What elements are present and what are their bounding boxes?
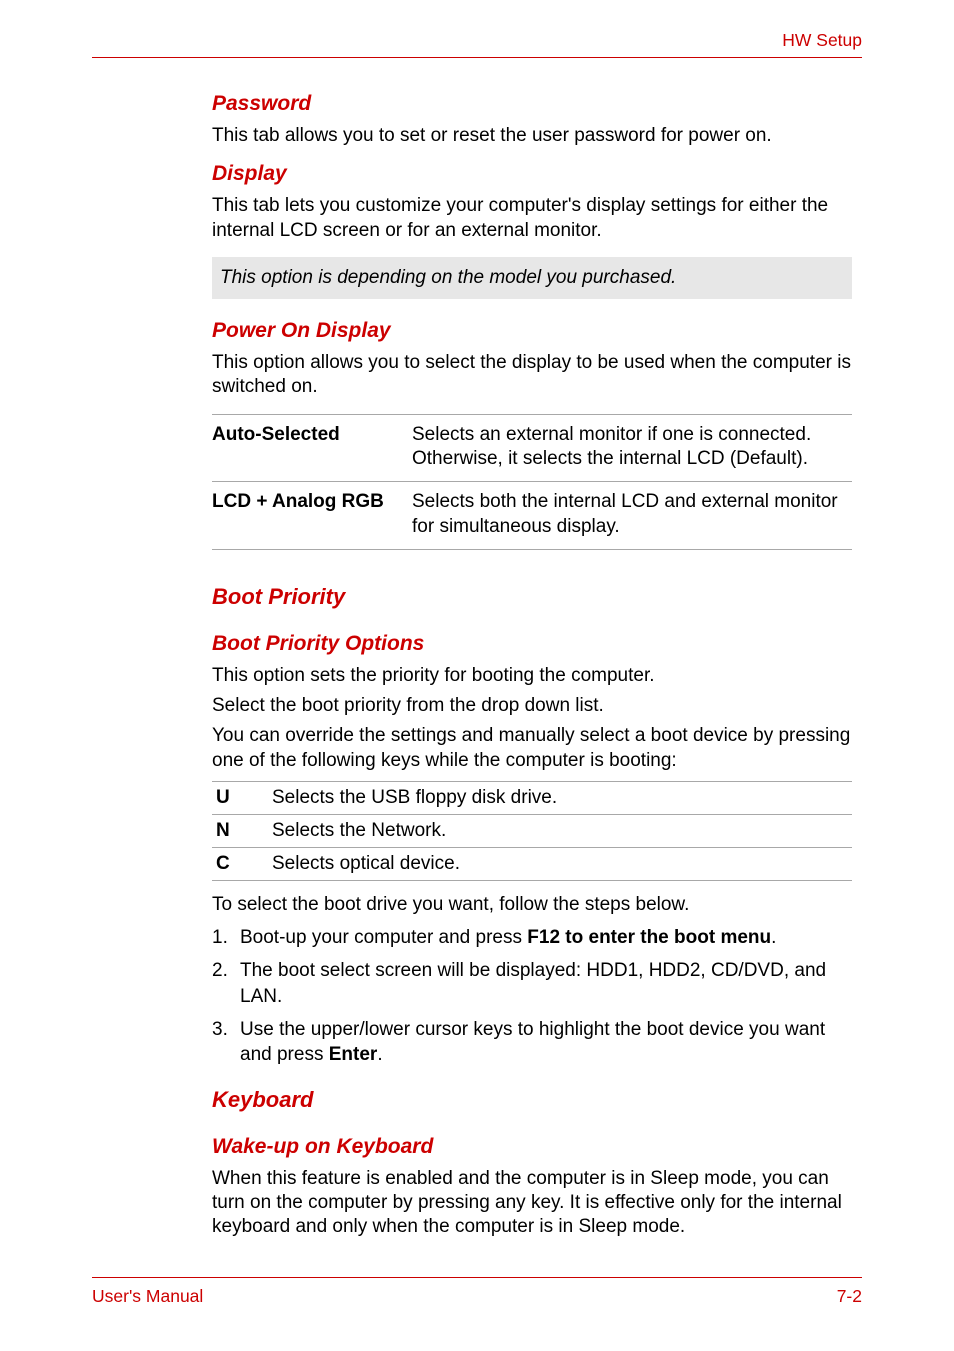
- list-text-post: .: [771, 927, 776, 948]
- list-number: 1.: [212, 925, 240, 950]
- heading-power-on-display: Power On Display: [212, 319, 852, 343]
- list-text: Boot-up your computer and press F12 to e…: [240, 925, 852, 950]
- boot-key-desc: Selects the USB floppy disk drive.: [272, 782, 852, 815]
- boot-key: U: [212, 782, 272, 815]
- table-row: LCD + Analog RGB Selects both the intern…: [212, 482, 852, 550]
- header-rule: [92, 57, 862, 58]
- heading-password: Password: [212, 92, 852, 116]
- table-row: C Selects optical device.: [212, 848, 852, 881]
- content-area: Password This tab allows you to set or r…: [92, 92, 862, 1240]
- footer-left: User's Manual: [92, 1286, 203, 1307]
- list-text-bold: F12 to enter the boot menu: [527, 927, 771, 948]
- list-item: 2. The boot select screen will be displa…: [212, 958, 852, 1008]
- table-row: N Selects the Network.: [212, 815, 852, 848]
- boot-keys-table: U Selects the USB floppy disk drive. N S…: [212, 781, 852, 881]
- para-wake-up-keyboard: When this feature is enabled and the com…: [212, 1167, 852, 1240]
- list-number: 3.: [212, 1017, 240, 1067]
- list-text-pre: The boot select screen will be displayed…: [240, 960, 826, 1006]
- list-text-bold: Enter: [329, 1044, 378, 1065]
- para-bp-4: To select the boot drive you want, follo…: [212, 893, 852, 917]
- list-item: 1. Boot-up your computer and press F12 t…: [212, 925, 852, 950]
- heading-wake-up-keyboard: Wake-up on Keyboard: [212, 1135, 852, 1159]
- list-item: 3. Use the upper/lower cursor keys to hi…: [212, 1017, 852, 1067]
- def-key: LCD + Analog RGB: [212, 482, 412, 550]
- page: HW Setup Password This tab allows you to…: [0, 0, 954, 1351]
- para-display: This tab lets you customize your compute…: [212, 194, 852, 243]
- heading-boot-priority-options: Boot Priority Options: [212, 632, 852, 656]
- list-text: Use the upper/lower cursor keys to highl…: [240, 1017, 852, 1067]
- list-text: The boot select screen will be displayed…: [240, 958, 852, 1008]
- power-on-display-table: Auto-Selected Selects an external monito…: [212, 414, 852, 550]
- boot-steps-list: 1. Boot-up your computer and press F12 t…: [212, 925, 852, 1066]
- def-key: Auto-Selected: [212, 414, 412, 482]
- footer-right: 7-2: [837, 1286, 862, 1307]
- footer: User's Manual 7-2: [92, 1277, 862, 1307]
- boot-key-desc: Selects optical device.: [272, 848, 852, 881]
- para-power-on-display: This option allows you to select the dis…: [212, 351, 852, 400]
- heading-display: Display: [212, 162, 852, 186]
- heading-boot-priority: Boot Priority: [212, 584, 852, 610]
- list-text-post: .: [377, 1044, 382, 1065]
- footer-rule: [92, 1277, 862, 1278]
- def-desc: Selects both the internal LCD and extern…: [412, 482, 852, 550]
- footer-row: User's Manual 7-2: [92, 1286, 862, 1307]
- boot-key: C: [212, 848, 272, 881]
- note-display: This option is depending on the model yo…: [212, 257, 852, 299]
- list-text-pre: Boot-up your computer and press: [240, 927, 527, 948]
- table-row: U Selects the USB floppy disk drive.: [212, 782, 852, 815]
- boot-key: N: [212, 815, 272, 848]
- header-label: HW Setup: [92, 30, 862, 51]
- para-bp-3: You can override the settings and manual…: [212, 724, 852, 773]
- para-password: This tab allows you to set or reset the …: [212, 124, 852, 148]
- table-row: Auto-Selected Selects an external monito…: [212, 414, 852, 482]
- boot-key-desc: Selects the Network.: [272, 815, 852, 848]
- def-desc: Selects an external monitor if one is co…: [412, 414, 852, 482]
- para-bp-2: Select the boot priority from the drop d…: [212, 694, 852, 718]
- heading-keyboard: Keyboard: [212, 1087, 852, 1113]
- para-bp-1: This option sets the priority for bootin…: [212, 664, 852, 688]
- list-number: 2.: [212, 958, 240, 1008]
